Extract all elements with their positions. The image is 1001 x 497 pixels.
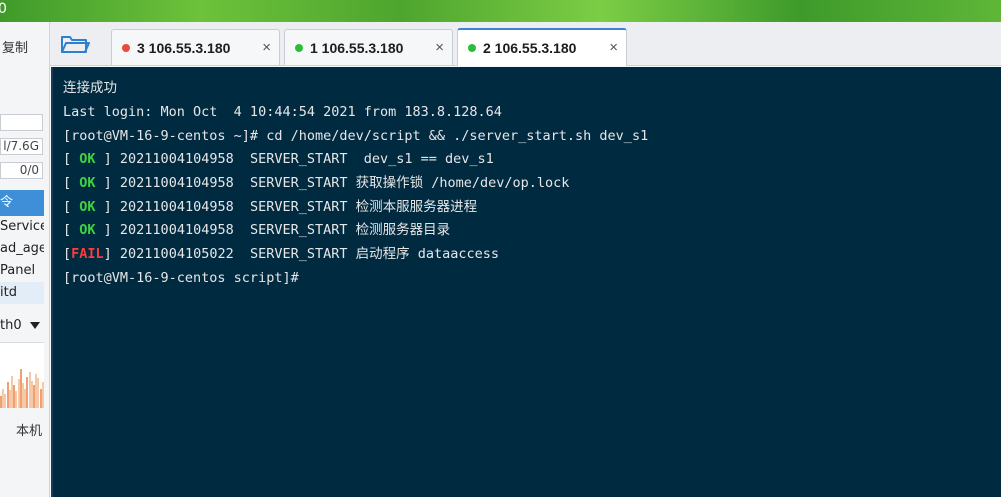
status-ok-badge: OK xyxy=(79,175,96,191)
tab-label: 3 106.55.3.180 xyxy=(137,39,231,56)
status-line: [FAIL] 20211004105022 SERVER_START 启动程序 … xyxy=(63,246,500,262)
network-traffic-chart xyxy=(0,342,44,408)
local-label: 本机 xyxy=(16,424,43,439)
status-line: [ OK ] 20211004104958 SERVER_START 检测本服服… xyxy=(63,199,478,215)
terminal-line: 连接成功 xyxy=(63,80,117,96)
status-dot-icon xyxy=(122,43,130,52)
status-fail-badge: FAIL xyxy=(71,246,104,262)
terminal-line: Last login: Mon Oct 4 10:44:54 2021 from… xyxy=(63,104,502,120)
network-interface-select[interactable]: th0 xyxy=(0,318,40,333)
triangle-down-icon xyxy=(29,322,40,329)
folder-open-icon[interactable] xyxy=(60,32,92,58)
status-text: 20211004105022 SERVER_START 启动程序 dataacc… xyxy=(119,246,500,262)
process-item[interactable]: itd xyxy=(0,282,44,304)
tab-label: 1 106.55.3.180 xyxy=(310,39,404,56)
tab-session-3[interactable]: 3 106.55.3.180 × xyxy=(111,29,280,65)
process-tab-header[interactable]: 令 xyxy=(0,190,44,216)
terminal-output[interactable]: 连接成功 Last login: Mon Oct 4 10:44:54 2021… xyxy=(51,67,1001,497)
status-ok-badge: OK xyxy=(79,222,96,238)
process-item[interactable]: ad_age xyxy=(0,238,44,260)
status-text: 20211004104958 SERVER_START 检测本服服务器进程 xyxy=(119,199,478,215)
status-line: [ OK ] 20211004104958 SERVER_START 检测服务器… xyxy=(63,222,451,238)
network-interface-label: th0 xyxy=(0,318,22,333)
tab-label: 2 106.55.3.180 xyxy=(483,40,577,56)
traffic-bar xyxy=(41,382,44,408)
close-icon[interactable]: × xyxy=(262,39,271,56)
status-text: 20211004104958 SERVER_START dev_s1 == de… xyxy=(119,151,494,167)
swap-value: 0/0 xyxy=(0,162,43,179)
status-line: [ OK ] 20211004104958 SERVER_START 获取操作锁… xyxy=(63,175,570,191)
terminal-prompt: [root@VM-16-9-centos script]# xyxy=(63,270,299,286)
session-tab-bar: 3 106.55.3.180 × 1 106.55.3.180 × 2 106.… xyxy=(50,22,1001,66)
status-text: 20211004104958 SERVER_START 检测服务器目录 xyxy=(119,222,451,238)
status-line: [ OK ] 20211004104958 SERVER_START dev_s… xyxy=(63,151,494,167)
process-item[interactable]: Service xyxy=(0,216,44,238)
close-icon[interactable]: × xyxy=(435,39,444,56)
status-dot-icon xyxy=(468,44,476,52)
status-ok-badge: OK xyxy=(79,151,96,167)
status-text: 20211004104958 SERVER_START 获取操作锁 /home/… xyxy=(119,175,570,191)
side-panel: 复制 l/7.6G 0/0 令 Service ad_age Panel itd… xyxy=(0,22,50,497)
tab-session-1[interactable]: 1 106.55.3.180 × xyxy=(284,29,453,65)
process-item[interactable]: Panel xyxy=(0,260,44,282)
window-title: 0 xyxy=(0,1,7,17)
terminal-line: [root@VM-16-9-centos ~]# cd /home/dev/sc… xyxy=(63,128,649,144)
close-icon[interactable]: × xyxy=(609,39,618,56)
window-titlebar: 0 xyxy=(0,0,1001,22)
copy-button[interactable]: 复制 xyxy=(2,37,28,56)
status-ok-badge: OK xyxy=(79,199,96,215)
memory-value: l/7.6G xyxy=(0,138,43,155)
blank-field xyxy=(0,114,43,131)
status-dot-icon xyxy=(295,43,303,52)
tab-session-2[interactable]: 2 106.55.3.180 × xyxy=(457,28,627,66)
